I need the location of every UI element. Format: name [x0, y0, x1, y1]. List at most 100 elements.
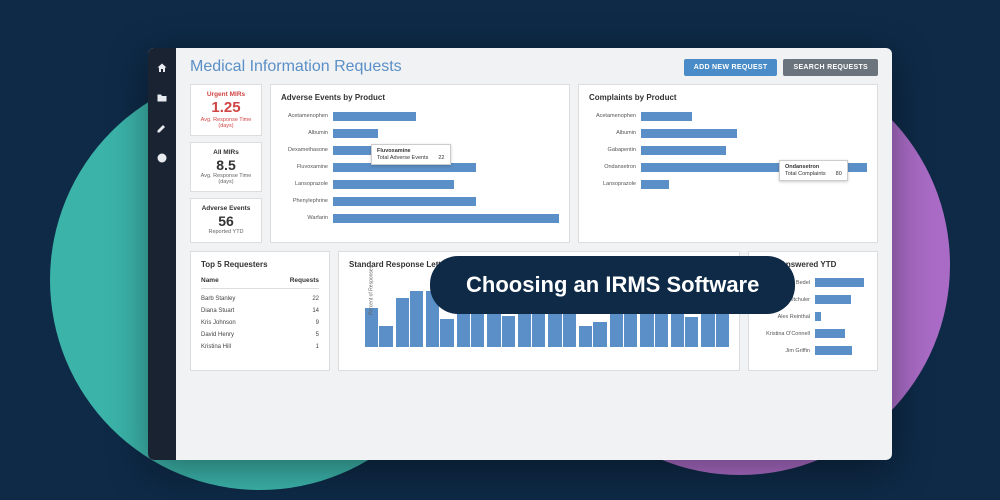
main-content: Medical Information Requests ADD NEW REQ…: [176, 48, 892, 460]
tooltip-title: Fluvoxamine: [377, 148, 445, 154]
hbar-row: Albumin: [589, 127, 867, 139]
table-row[interactable]: Barb Stanley22: [201, 293, 319, 305]
folder-icon[interactable]: [156, 92, 168, 104]
hbar-fill: [815, 346, 852, 355]
adverse-events-card[interactable]: Adverse Events 56 Reported YTD: [190, 198, 262, 242]
top-row: Urgent MIRs 1.25 Avg. Response Time (day…: [190, 84, 878, 243]
hbar-label: Alex Reinthal: [759, 314, 815, 320]
hbar-fill: [815, 329, 845, 338]
vbar-group: [396, 277, 424, 347]
hbar-fill: [333, 214, 559, 223]
metric-sub: Avg. Response Time (days): [195, 117, 257, 129]
chart-title: Adverse Events by Product: [281, 93, 559, 102]
adverse-events-chart: Adverse Events by Product Fluvoxamine To…: [270, 84, 570, 243]
hbar-label: Acetamenophen: [281, 113, 333, 119]
hbar-row: Lansoprazole: [281, 178, 559, 190]
table-row[interactable]: Diana Stuart14: [201, 305, 319, 317]
vbar: [440, 319, 453, 347]
vbar: [685, 317, 698, 346]
app-window: Medical Information Requests ADD NEW REQ…: [148, 48, 892, 460]
y-axis-label: Percent of Responses: [369, 265, 375, 314]
metric-value: 56: [195, 214, 257, 229]
hbar-chart: Ondansetron Total Complaints80 Acetameno…: [589, 110, 867, 190]
hbar-label: Jim Griffin: [759, 348, 815, 354]
hbar-fill: [333, 180, 454, 189]
hbar-label: Acetamenophen: [589, 113, 641, 119]
vbar: [579, 326, 592, 347]
hbar-track: [333, 197, 559, 206]
td-req: 9: [279, 320, 319, 326]
metric-title: Urgent MIRs: [195, 91, 257, 98]
hbar-label: Albumin: [589, 130, 641, 136]
tooltip: Ondansetron Total Complaints80: [779, 160, 848, 181]
col-name: Name: [201, 277, 279, 284]
td-req: 14: [279, 308, 319, 314]
table-row[interactable]: David Henry5: [201, 329, 319, 341]
hbar-fill: [641, 112, 692, 121]
add-request-button[interactable]: ADD NEW REQUEST: [684, 59, 778, 76]
hbar-track: [333, 214, 559, 223]
hbar-track: [333, 129, 559, 138]
header-buttons: ADD NEW REQUEST SEARCH REQUESTS: [684, 59, 878, 76]
hbar-fill: [641, 146, 726, 155]
table-row[interactable]: Kris Johnson9: [201, 317, 319, 329]
hbar-label: Phenylephrine: [281, 198, 333, 204]
td-name: Barb Stanley: [201, 296, 279, 302]
hbar-track: [641, 112, 867, 121]
hbar-label: Lansoprazole: [281, 181, 333, 187]
hbar-track: [815, 312, 867, 321]
hbar-chart: Fluvoxamine Total Adverse Events22 Aceta…: [281, 110, 559, 224]
hbar-label: Albumin: [281, 130, 333, 136]
metric-sub: Reported YTD: [195, 229, 257, 235]
hbar-label: Gabapentin: [589, 147, 641, 153]
edit-icon[interactable]: [156, 122, 168, 134]
vbar: [593, 322, 606, 347]
hbar-track: [815, 346, 867, 355]
hbar-row: Jim Griffin: [759, 345, 867, 357]
hbar-row: Warfarin: [281, 212, 559, 224]
td-req: 5: [279, 332, 319, 338]
hbar-fill: [815, 278, 864, 287]
metric-value: 1.25: [195, 100, 257, 117]
hbar-label: Fluvoxamine: [281, 164, 333, 170]
all-mirs-card[interactable]: All MIRs 8.5 Avg. Response Time (days): [190, 142, 262, 192]
vbar: [471, 310, 484, 346]
top-requesters-card: Top 5 Requesters Name Requests Barb Stan…: [190, 251, 330, 371]
urgent-mirs-card[interactable]: Urgent MIRs 1.25 Avg. Response Time (day…: [190, 84, 262, 136]
overlay-banner: Choosing an IRMS Software: [430, 256, 795, 314]
tooltip-title: Ondansetron: [785, 164, 842, 170]
hbar-track: [815, 295, 867, 304]
hbar-label: Lansoprazole: [589, 181, 641, 187]
header: Medical Information Requests ADD NEW REQ…: [190, 58, 878, 76]
col-requests: Requests: [279, 277, 319, 284]
sidebar: [148, 48, 176, 460]
chart-title: Complaints by Product: [589, 93, 867, 102]
hbar-track: [641, 129, 867, 138]
complaints-chart: Complaints by Product Ondansetron Total …: [578, 84, 878, 243]
hbar-track: [641, 146, 867, 155]
hbar-label: Ondansetron: [589, 164, 641, 170]
hbar-track: [815, 278, 867, 287]
hbar-row: Phenylephrine: [281, 195, 559, 207]
home-icon[interactable]: [156, 62, 168, 74]
page-title: Medical Information Requests: [190, 58, 402, 76]
hbar-label: Warfarin: [281, 215, 333, 221]
metric-title: All MIRs: [195, 149, 257, 156]
dashboard-icon[interactable]: [156, 152, 168, 164]
vbar: [502, 316, 515, 347]
vbar: [410, 291, 423, 347]
hbar-track: [333, 112, 559, 121]
hbar-fill: [333, 129, 378, 138]
hbar-row: Gabapentin: [589, 144, 867, 156]
table-row[interactable]: Kristina Hill1: [201, 341, 319, 353]
search-requests-button[interactable]: SEARCH REQUESTS: [783, 59, 878, 76]
td-name: Diana Stuart: [201, 308, 279, 314]
hbar-fill: [641, 180, 669, 189]
vbar: [396, 298, 409, 347]
td-req: 22: [279, 296, 319, 302]
hbar-label: Dexamethasone: [281, 147, 333, 153]
metric-title: Adverse Events: [195, 205, 257, 212]
hbar-fill: [815, 295, 851, 304]
vbar: [379, 326, 392, 347]
hbar-fill: [333, 112, 416, 121]
